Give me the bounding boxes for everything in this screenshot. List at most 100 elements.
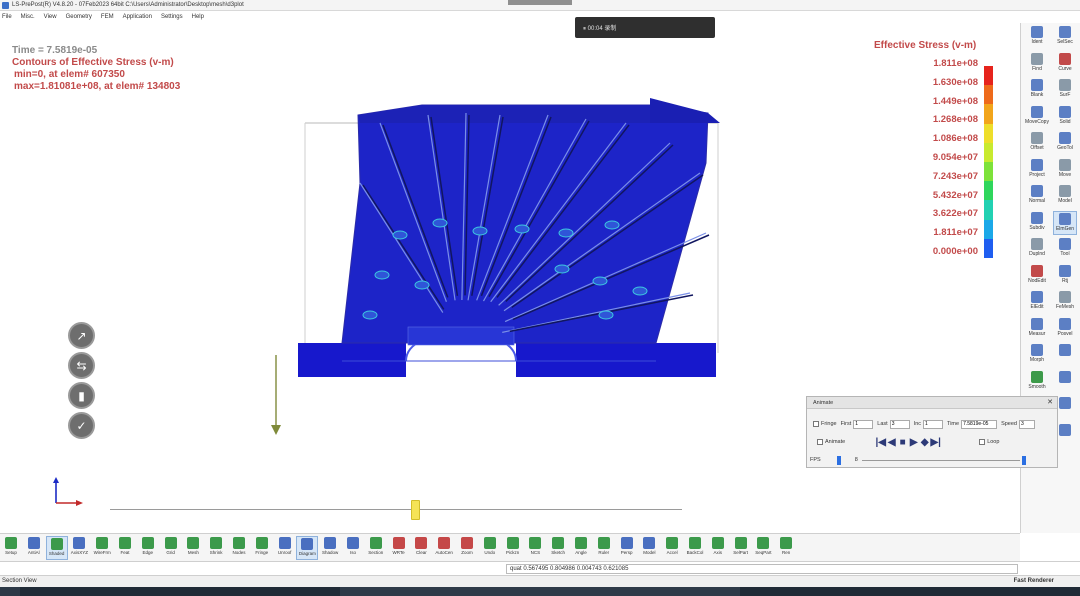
toolbar-seqpart-button[interactable]: SeqPart bbox=[752, 536, 774, 560]
toolbar-unroof-button[interactable]: Unroof bbox=[274, 536, 296, 560]
toolbar-section-button[interactable]: Section bbox=[365, 536, 387, 560]
last-frame-icon[interactable]: ▶| bbox=[930, 437, 941, 448]
palette-tool-duplnd[interactable]: Duplnd bbox=[1025, 237, 1049, 261]
menu-item-geometry[interactable]: Geometry bbox=[66, 14, 92, 20]
menu-item-fem[interactable]: FEM bbox=[101, 14, 114, 20]
first-input[interactable] bbox=[853, 419, 874, 429]
time-input[interactable] bbox=[961, 419, 998, 429]
toolbar-persp-button[interactable]: Persp bbox=[616, 536, 638, 560]
state-slider-track[interactable] bbox=[110, 509, 682, 510]
toolbar-ren-button[interactable]: Ren bbox=[775, 536, 797, 560]
palette-tool-blank-25[interactable] bbox=[1053, 343, 1077, 367]
animate-checkbox[interactable] bbox=[817, 439, 823, 445]
palette-tool-model[interactable]: Model bbox=[1053, 184, 1077, 208]
toolbar-zoom-button[interactable]: Zoom bbox=[456, 536, 478, 560]
palette-tool-subdiv[interactable]: Subdiv bbox=[1025, 211, 1049, 235]
toolbar-ruler-button[interactable]: Ruler bbox=[593, 536, 615, 560]
palette-tool-morph[interactable]: Morph bbox=[1025, 343, 1049, 367]
toolbar-axisxyz-button[interactable]: AxisXYZ bbox=[68, 536, 90, 560]
toolbar-pickzn-button[interactable]: Pickzn bbox=[502, 536, 524, 560]
palette-tool-curve[interactable]: Curve bbox=[1053, 52, 1077, 76]
toolbar-iso-button[interactable]: Iso bbox=[342, 536, 364, 560]
pan-view-icon[interactable]: ⇆ bbox=[68, 352, 95, 379]
palette-tool-posvel[interactable]: Posvel bbox=[1053, 317, 1077, 341]
toolbar-edge-button[interactable]: Edge bbox=[137, 536, 159, 560]
menu-item-settings[interactable]: Settings bbox=[161, 14, 183, 20]
toolbar-backcol-button[interactable]: BackCol bbox=[684, 536, 706, 560]
toolbar-feat-button[interactable]: Feat bbox=[114, 536, 136, 560]
palette-tool-eledit[interactable]: ElEdit bbox=[1025, 290, 1049, 314]
menu-item-application[interactable]: Application bbox=[123, 14, 152, 20]
palette-tool-smooth[interactable]: Smooth bbox=[1025, 370, 1049, 394]
bounce-icon[interactable]: ◆ bbox=[919, 437, 930, 448]
palette-tool-tool[interactable]: Tool bbox=[1053, 237, 1077, 261]
toolbar-setup-button[interactable]: Setup bbox=[0, 536, 22, 560]
step-back-icon[interactable]: ◀ bbox=[886, 437, 897, 448]
toolbar-accel-button[interactable]: Accel bbox=[661, 536, 683, 560]
taskbar-apps[interactable] bbox=[340, 587, 740, 596]
palette-tool-move[interactable]: Move bbox=[1053, 158, 1077, 182]
toolbar-mesh-button[interactable]: Mesh bbox=[182, 536, 204, 560]
palette-tool-offset[interactable]: Offset bbox=[1025, 131, 1049, 155]
first-frame-icon[interactable]: |◀ bbox=[875, 437, 886, 448]
palette-tool-rtj[interactable]: Rtj bbox=[1053, 264, 1077, 288]
menu-item-file[interactable]: File bbox=[2, 14, 12, 20]
toolbar-shrink-button[interactable]: Shrink bbox=[205, 536, 227, 560]
toolbar-antial-button[interactable]: AntiAl bbox=[23, 536, 45, 560]
close-icon[interactable]: ✕ bbox=[1047, 397, 1053, 409]
pick-view-icon[interactable]: ✓ bbox=[68, 412, 95, 439]
stop-icon[interactable]: ■ bbox=[897, 437, 908, 448]
palette-tool-blank[interactable]: Blank bbox=[1025, 78, 1049, 102]
palette-tool-femesh[interactable]: FeMesh bbox=[1053, 290, 1077, 314]
toolbar-grid-button[interactable]: Grid bbox=[160, 536, 182, 560]
toolbar-nodes-button[interactable]: Nodes bbox=[228, 536, 250, 560]
toolbar-shadow-button[interactable]: Shadow bbox=[319, 536, 341, 560]
last-input[interactable] bbox=[889, 419, 910, 429]
toolbar-fringe-button[interactable]: Fringe bbox=[251, 536, 273, 560]
palette-tool-project[interactable]: Project bbox=[1025, 158, 1049, 182]
palette-tool-nodedit[interactable]: NodEdit bbox=[1025, 264, 1049, 288]
zoom-view-icon[interactable]: ▮ bbox=[68, 382, 95, 409]
menu-item-misc[interactable]: Misc. bbox=[21, 14, 35, 20]
toolbar-sketch-button[interactable]: Sketch bbox=[547, 536, 569, 560]
palette-tool-find[interactable]: Find bbox=[1025, 52, 1049, 76]
toolbar-model-button[interactable]: Model bbox=[638, 536, 660, 560]
start-button[interactable] bbox=[0, 587, 20, 596]
palette-tool-solid[interactable]: Solid bbox=[1053, 105, 1077, 129]
toolbar-clear-button[interactable]: Clear bbox=[410, 536, 432, 560]
fps-thumb[interactable] bbox=[836, 455, 841, 465]
recording-popup[interactable]: ⏸ 00:04 录制 bbox=[575, 17, 715, 38]
toolbar-axis-button[interactable]: Axis bbox=[707, 536, 729, 560]
palette-tool-blank-27[interactable] bbox=[1053, 370, 1077, 394]
toolbar-shaded-button[interactable]: Shaded bbox=[45, 536, 68, 560]
toolbar-undo-button[interactable]: Undo bbox=[479, 536, 501, 560]
palette-tool-ident[interactable]: Ident bbox=[1025, 25, 1049, 49]
toolbar-selpart-button[interactable]: SelPart bbox=[730, 536, 752, 560]
toolbar-autocen-button[interactable]: AutoCen bbox=[433, 536, 455, 560]
fps-end-thumb[interactable] bbox=[1021, 455, 1026, 465]
menu-item-help[interactable]: Help bbox=[192, 14, 204, 20]
palette-tool-measur[interactable]: Measur bbox=[1025, 317, 1049, 341]
palette-tool-normal[interactable]: Normal bbox=[1025, 184, 1049, 208]
command-input[interactable]: quat 0.567495 0.804986 0.004743 0.621085 bbox=[506, 564, 1018, 574]
palette-tool-surf[interactable]: SurF bbox=[1053, 78, 1077, 102]
fringe-checkbox[interactable] bbox=[813, 421, 819, 427]
stress-spot bbox=[362, 310, 378, 320]
toolbar-diagram-button[interactable]: Diagram bbox=[296, 536, 319, 560]
play-icon[interactable]: ▶ bbox=[908, 437, 919, 448]
speed-input[interactable] bbox=[1018, 419, 1035, 429]
loop-checkbox[interactable] bbox=[979, 439, 986, 445]
toolbar-wrte-button[interactable]: WRTe bbox=[388, 536, 410, 560]
toolbar-angle-button[interactable]: Angle bbox=[570, 536, 592, 560]
fps-track[interactable] bbox=[861, 459, 1020, 461]
toolbar-ncs-button[interactable]: NCS bbox=[524, 536, 546, 560]
palette-tool-selsec[interactable]: SelSec bbox=[1053, 25, 1077, 49]
palette-tool-elmgen[interactable]: ElmGen bbox=[1053, 210, 1077, 235]
inc-input[interactable] bbox=[923, 419, 944, 429]
toolbar-wirefrm-button[interactable]: WireFrm bbox=[91, 536, 113, 560]
state-slider-thumb[interactable] bbox=[411, 500, 420, 520]
palette-tool-geotol[interactable]: GeoTol bbox=[1053, 131, 1077, 155]
menu-item-view[interactable]: View bbox=[44, 14, 57, 20]
rotate-view-icon[interactable]: ↗ bbox=[68, 322, 95, 349]
palette-tool-movecopy[interactable]: MoveCopy bbox=[1025, 105, 1049, 129]
